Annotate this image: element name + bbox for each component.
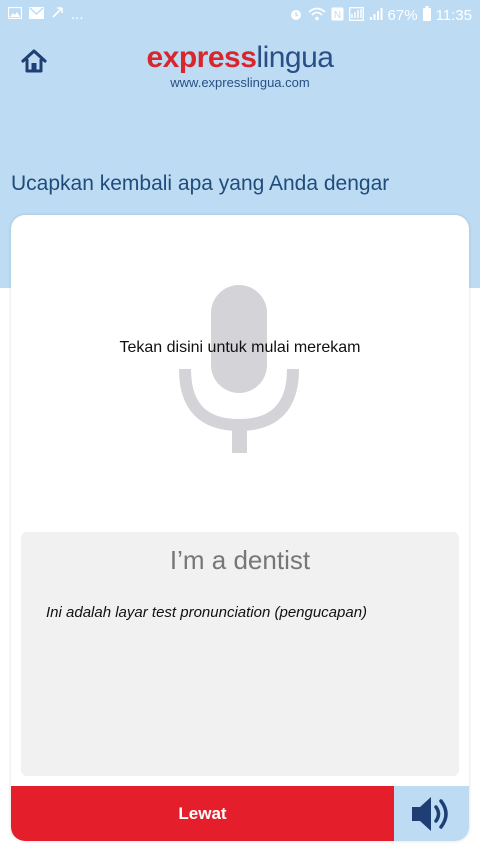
mail-icon: [29, 6, 44, 23]
skip-button-label: Lewat: [178, 803, 227, 823]
explanation-text: Ini adalah layar test pronunciation (pen…: [46, 604, 368, 621]
logo-url: www.expresslingua.com: [170, 75, 310, 90]
missed-call-icon: [51, 6, 64, 23]
status-right: N 67% 11:35: [289, 6, 472, 25]
record-button[interactable]: [179, 285, 301, 460]
status-bar: ... N 67% 11:35: [0, 0, 480, 30]
instruction-text: Ucapkan kembali apa yang Anda dengar: [11, 172, 390, 195]
nfc-icon: N: [331, 7, 344, 25]
clock: 11:35: [435, 6, 472, 24]
more-icon: ...: [71, 5, 84, 23]
alarm-icon: [289, 7, 303, 25]
image-icon: [7, 6, 23, 23]
logo-wordmark: expresslingua: [0, 42, 480, 74]
signal-icon: [369, 7, 383, 25]
logo: expresslingua www.expresslingua.com: [0, 42, 480, 91]
play-audio-button[interactable]: [394, 786, 469, 841]
status-left: ...: [7, 5, 84, 23]
microphone-icon: [179, 285, 299, 453]
svg-text:N: N: [333, 10, 340, 21]
speaker-icon: [411, 796, 448, 831]
battery-percent: 67%: [387, 6, 418, 24]
skip-button[interactable]: Lewat: [11, 786, 394, 841]
phrase-panel: I’m a dentist Ini adalah layar test pron…: [21, 532, 459, 776]
exercise-card: Tekan disini untuk mulai merekam I’m a d…: [11, 215, 469, 841]
target-phrase: I’m a dentist: [169, 545, 311, 575]
logo-part-lingua: lingua: [256, 41, 334, 74]
data-icon: [348, 6, 364, 25]
wifi-icon: [308, 7, 326, 25]
battery-icon: [422, 6, 431, 25]
record-hint[interactable]: Tekan disini untuk mulai merekam: [11, 339, 469, 357]
logo-part-express: express: [146, 41, 257, 74]
